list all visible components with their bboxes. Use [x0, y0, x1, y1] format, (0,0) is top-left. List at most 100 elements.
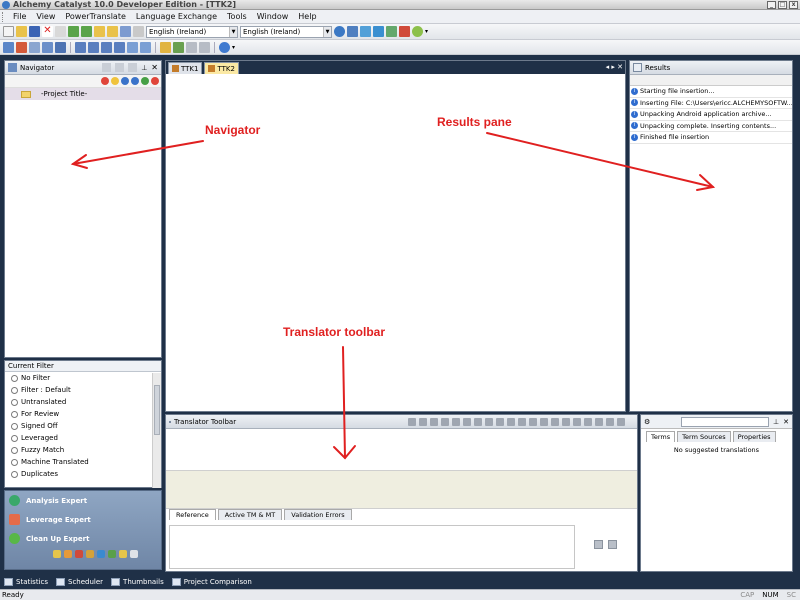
leverage-icon[interactable]: [140, 41, 151, 53]
thumbnails-tab[interactable]: Thumbnails: [111, 578, 164, 586]
menu-language-exchange[interactable]: Language Exchange: [131, 12, 222, 21]
help-icon[interactable]: [334, 26, 345, 37]
error-icon[interactable]: [151, 77, 159, 85]
tool-icon[interactable]: [64, 550, 72, 558]
project-tree-item[interactable]: -Project Title-: [5, 88, 161, 100]
insert-folder-icon[interactable]: [81, 26, 92, 37]
font-shrink-icon[interactable]: [485, 417, 493, 426]
previous-icon[interactable]: [75, 41, 86, 53]
menu-help[interactable]: Help: [293, 12, 321, 21]
menu-powertranslate[interactable]: PowerTranslate: [60, 12, 131, 21]
toolbar-overflow-icon[interactable]: ▾: [425, 28, 428, 35]
previous-segment-icon[interactable]: [419, 417, 427, 426]
filter-option[interactable]: Duplicates: [5, 468, 161, 480]
redo-icon[interactable]: [463, 417, 471, 426]
pin-icon[interactable]: ⊥: [141, 64, 147, 72]
result-row[interactable]: i Unpacking complete. Inserting contents.…: [630, 121, 792, 132]
filter-option[interactable]: Fuzzy Match: [5, 444, 161, 456]
restore-button[interactable]: □: [778, 0, 787, 9]
tab-active-tm-mt[interactable]: Active TM & MT: [217, 509, 283, 520]
result-row[interactable]: i Unpacking Android application archive..…: [630, 109, 792, 121]
filter-option[interactable]: For Review: [5, 408, 161, 420]
tree-icon[interactable]: [3, 41, 14, 53]
tool-icon[interactable]: [108, 550, 116, 558]
format-icon[interactable]: [518, 417, 526, 426]
tool-icon[interactable]: [75, 550, 83, 558]
filter-icon[interactable]: [29, 41, 40, 53]
tab-terms[interactable]: Terms: [646, 431, 676, 442]
settings-icon[interactable]: ⚙: [644, 418, 650, 426]
pilcrow-icon[interactable]: [573, 417, 581, 426]
save-icon[interactable]: [29, 26, 40, 37]
segment-icon[interactable]: [386, 26, 397, 37]
menu-window[interactable]: Window: [252, 12, 294, 21]
copy-source-icon[interactable]: [540, 417, 548, 426]
target-language-select[interactable]: English (Ireland) ▼: [240, 25, 332, 38]
menu-tools[interactable]: Tools: [222, 12, 252, 21]
delete-icon[interactable]: ✕: [42, 26, 53, 37]
filter-scrollbar[interactable]: [152, 373, 161, 488]
prepare-icon[interactable]: [107, 26, 118, 37]
cleanup-expert-button[interactable]: Clean Up Expert: [5, 529, 161, 548]
tab-validation-errors[interactable]: Validation Errors: [284, 509, 352, 520]
terms-search-select[interactable]: [681, 416, 770, 427]
android-icon[interactable]: [412, 26, 423, 37]
grid-icon[interactable]: [115, 63, 125, 72]
signoff-icon[interactable]: [606, 417, 614, 426]
refresh-icon[interactable]: [173, 41, 184, 53]
minimize-button[interactable]: _: [767, 0, 776, 9]
tag-icon[interactable]: [16, 41, 27, 53]
info-icon[interactable]: [121, 77, 129, 85]
next-icon[interactable]: [88, 41, 99, 53]
leverage-expert-button[interactable]: Leverage Expert: [5, 510, 161, 529]
menu-file[interactable]: File: [8, 12, 31, 21]
source-text-area[interactable]: [166, 429, 637, 471]
spell-icon[interactable]: [496, 417, 504, 426]
scrollbar-thumb[interactable]: [154, 385, 160, 435]
undo-icon[interactable]: [452, 417, 460, 426]
analysis-expert-button[interactable]: Analysis Expert: [5, 491, 161, 510]
preview-icon[interactable]: [373, 26, 384, 37]
next-reference-button[interactable]: [608, 540, 617, 549]
note-icon[interactable]: [160, 41, 171, 53]
tool-icon[interactable]: [119, 550, 127, 558]
grid-icon[interactable]: [55, 41, 66, 53]
tab-ttk2[interactable]: TTK2: [204, 62, 239, 74]
prev-reference-button[interactable]: [594, 540, 603, 549]
paste-icon[interactable]: [199, 41, 210, 53]
tab-reference[interactable]: Reference: [169, 509, 216, 520]
close-window-button[interactable]: x: [789, 0, 798, 9]
last-icon[interactable]: [114, 41, 125, 53]
statistics-tab[interactable]: Statistics: [4, 578, 48, 586]
close-icon[interactable]: ✕: [783, 418, 789, 426]
target-text-area[interactable]: [166, 471, 637, 509]
menu-view[interactable]: View: [31, 12, 60, 21]
result-row[interactable]: i Inserting File: C:\Users\ericc.ALCHEMYS…: [630, 98, 792, 109]
filter-option[interactable]: Leveraged: [5, 432, 161, 444]
tm-icon[interactable]: [127, 41, 138, 53]
paragraph-icon[interactable]: [562, 417, 570, 426]
filter-option[interactable]: Machine Translated: [5, 456, 161, 468]
comment-icon[interactable]: [584, 417, 592, 426]
next-segment-icon[interactable]: [430, 417, 438, 426]
extract-icon[interactable]: [94, 26, 105, 37]
globe-icon[interactable]: [219, 41, 230, 53]
filter-icon[interactable]: [102, 63, 112, 72]
filter-option[interactable]: No Filter: [5, 372, 161, 384]
ok-icon[interactable]: [141, 77, 149, 85]
close-icon[interactable]: ✕: [151, 63, 158, 72]
stop-icon[interactable]: [101, 77, 109, 85]
validate-icon[interactable]: [360, 26, 371, 37]
query-icon[interactable]: [131, 77, 139, 85]
result-row[interactable]: i Finished file insertion: [630, 132, 792, 144]
tool-icon[interactable]: [86, 550, 94, 558]
tag-icon[interactable]: [529, 417, 537, 426]
result-row[interactable]: i Starting file insertion...: [630, 86, 792, 98]
properties-icon[interactable]: [133, 26, 144, 37]
tool-icon[interactable]: [53, 550, 61, 558]
project-comparison-tab[interactable]: Project Comparison: [171, 578, 252, 586]
lock-icon[interactable]: [595, 417, 603, 426]
filter-option[interactable]: Filter : Default: [5, 384, 161, 396]
source-language-select[interactable]: English (Ireland) ▼: [146, 25, 238, 38]
tool-icon[interactable]: [97, 550, 105, 558]
